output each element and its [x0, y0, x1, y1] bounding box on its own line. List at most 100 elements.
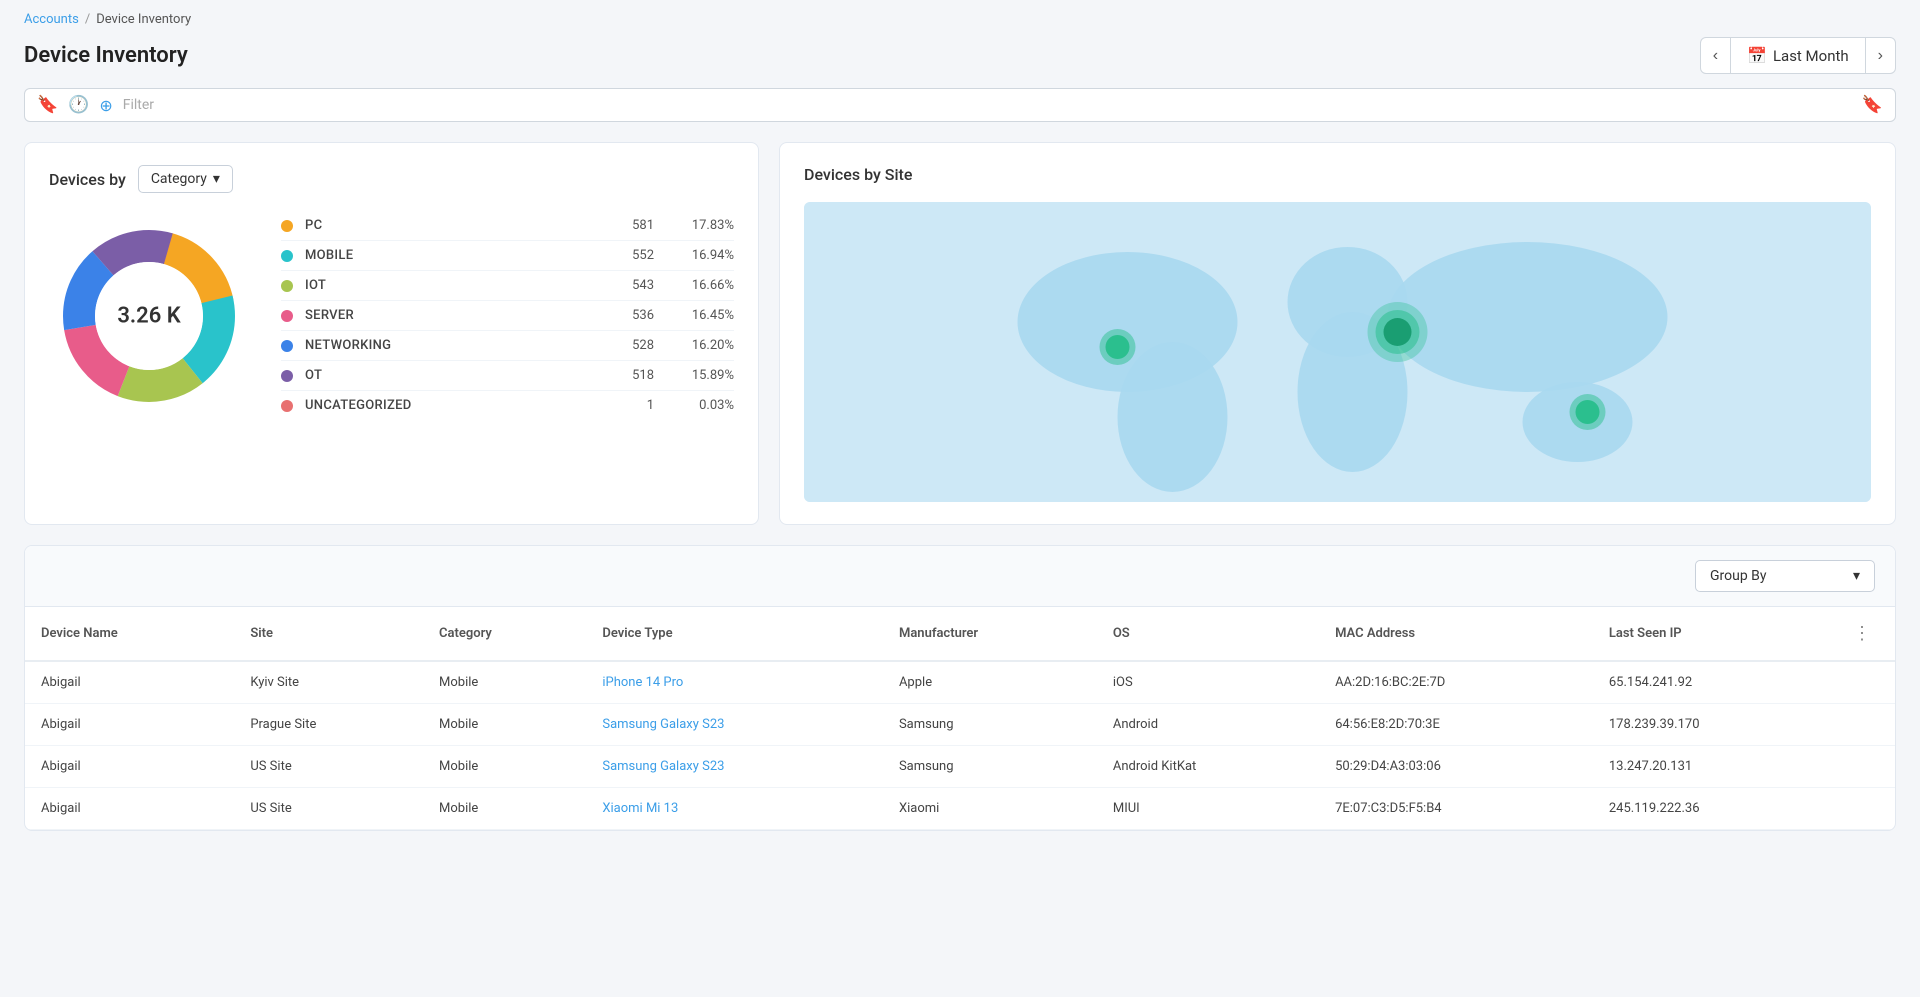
cell-os: Android	[1097, 704, 1319, 746]
col-category: Category	[423, 607, 586, 661]
category-dropdown[interactable]: Category ▾	[138, 165, 233, 193]
legend-row: UNCATEGORIZED 1 0.03%	[281, 391, 734, 420]
group-by-dropdown[interactable]: Group By ▾	[1695, 560, 1875, 592]
columns-more-button[interactable]: ⋮	[1845, 619, 1879, 648]
donut-legend-row: 3.26 K PC 581 17.83% MOBILE 552 16.94% I…	[49, 211, 734, 420]
date-nav-text: Last Month	[1773, 47, 1849, 65]
legend-dot	[281, 250, 293, 262]
legend-pct: 16.66%	[674, 278, 734, 293]
devices-by-label: Devices by	[49, 170, 126, 189]
legend-name: IOT	[305, 278, 594, 293]
legend-name: PC	[305, 218, 594, 233]
legend-pct: 16.45%	[674, 308, 734, 323]
donut-center-label: 3.26 K	[117, 303, 180, 328]
cell-manufacturer: Samsung	[883, 704, 1097, 746]
cell-site: US Site	[234, 746, 423, 788]
col-actions: ⋮	[1829, 607, 1895, 661]
table-row[interactable]: Abigail Kyiv Site Mobile iPhone 14 Pro A…	[25, 661, 1895, 704]
cell-category: Mobile	[423, 788, 586, 830]
cell-category: Mobile	[423, 704, 586, 746]
legend-dot	[281, 370, 293, 382]
date-label[interactable]: 📅 Last Month	[1730, 38, 1866, 73]
breadcrumb-separator: /	[85, 12, 90, 27]
map-svg	[804, 202, 1871, 502]
cell-device-type[interactable]: Samsung Galaxy S23	[586, 704, 883, 746]
calendar-icon: 📅	[1747, 46, 1767, 65]
cell-ip: 178.239.39.170	[1593, 704, 1829, 746]
legend-count: 1	[594, 398, 654, 413]
breadcrumb-accounts-link[interactable]: Accounts	[24, 12, 79, 27]
date-next-button[interactable]: ›	[1866, 39, 1895, 73]
col-os: OS	[1097, 607, 1319, 661]
table-header: Device Name Site Category Device Type Ma…	[25, 607, 1895, 661]
cell-manufacturer: Xiaomi	[883, 788, 1097, 830]
cell-ip: 13.247.20.131	[1593, 746, 1829, 788]
legend-row: IOT 543 16.66%	[281, 271, 734, 301]
filter-placeholder[interactable]: Filter	[123, 97, 1852, 113]
col-ip: Last Seen IP	[1593, 607, 1829, 661]
filter-bar: 🔖 🕐 ⊕ Filter 🔖	[24, 88, 1896, 122]
date-prev-button[interactable]: ‹	[1701, 39, 1730, 73]
charts-row: Devices by Category ▾	[24, 142, 1896, 525]
cell-category: Mobile	[423, 661, 586, 704]
legend-dot	[281, 280, 293, 292]
legend-pct: 17.83%	[674, 218, 734, 233]
devices-by-site-title: Devices by Site	[804, 165, 1871, 184]
legend-count: 518	[594, 368, 654, 383]
cell-device-name: Abigail	[25, 788, 234, 830]
legend-table: PC 581 17.83% MOBILE 552 16.94% IOT 543 …	[281, 211, 734, 420]
filter-save-button[interactable]: 🔖	[1862, 95, 1883, 115]
device-table: Device Name Site Category Device Type Ma…	[25, 607, 1895, 830]
cell-manufacturer: Samsung	[883, 746, 1097, 788]
col-site: Site	[234, 607, 423, 661]
table-row[interactable]: Abigail Prague Site Mobile Samsung Galax…	[25, 704, 1895, 746]
legend-count: 536	[594, 308, 654, 323]
col-device-name: Device Name	[25, 607, 234, 661]
cell-ip: 245.119.222.36	[1593, 788, 1829, 830]
world-map	[804, 202, 1871, 502]
table-row[interactable]: Abigail US Site Mobile Xiaomi Mi 13 Xiao…	[25, 788, 1895, 830]
legend-row: SERVER 536 16.45%	[281, 301, 734, 331]
cell-actions	[1829, 746, 1895, 788]
cell-mac: 50:29:D4:A3:03:06	[1319, 746, 1593, 788]
legend-row: MOBILE 552 16.94%	[281, 241, 734, 271]
cell-ip: 65.154.241.92	[1593, 661, 1829, 704]
cell-mac: AA:2D:16:BC:2E:7D	[1319, 661, 1593, 704]
cell-device-name: Abigail	[25, 704, 234, 746]
legend-dot	[281, 220, 293, 232]
cell-category: Mobile	[423, 746, 586, 788]
legend-count: 543	[594, 278, 654, 293]
legend-pct: 16.20%	[674, 338, 734, 353]
filter-icon: ⊕	[99, 96, 112, 115]
col-mac: MAC Address	[1319, 607, 1593, 661]
col-manufacturer: Manufacturer	[883, 607, 1097, 661]
legend-pct: 15.89%	[674, 368, 734, 383]
cell-device-type[interactable]: Xiaomi Mi 13	[586, 788, 883, 830]
cell-os: MIUI	[1097, 788, 1319, 830]
legend-dot	[281, 400, 293, 412]
page-title: Device Inventory	[24, 43, 188, 68]
cell-device-type[interactable]: Samsung Galaxy S23	[586, 746, 883, 788]
cell-mac: 7E:07:C3:D5:F5:B4	[1319, 788, 1593, 830]
legend-row: PC 581 17.83%	[281, 211, 734, 241]
legend-pct: 16.94%	[674, 248, 734, 263]
cell-device-type[interactable]: iPhone 14 Pro	[586, 661, 883, 704]
cell-site: Prague Site	[234, 704, 423, 746]
group-by-label: Group By	[1710, 568, 1767, 584]
bookmark-button[interactable]: 🔖	[37, 95, 58, 115]
donut-chart: 3.26 K	[49, 216, 249, 416]
breadcrumb-current: Device Inventory	[96, 12, 191, 27]
legend-count: 581	[594, 218, 654, 233]
table-header-row: Device Name Site Category Device Type Ma…	[25, 607, 1895, 661]
history-button[interactable]: 🕐	[68, 95, 89, 115]
cell-os: Android KitKat	[1097, 746, 1319, 788]
legend-pct: 0.03%	[674, 398, 734, 413]
cell-actions	[1829, 788, 1895, 830]
table-row[interactable]: Abigail US Site Mobile Samsung Galaxy S2…	[25, 746, 1895, 788]
category-dropdown-label: Category	[151, 171, 207, 187]
legend-row: NETWORKING 528 16.20%	[281, 331, 734, 361]
page: Accounts / Device Inventory Device Inven…	[0, 0, 1920, 997]
cell-os: iOS	[1097, 661, 1319, 704]
cell-site: US Site	[234, 788, 423, 830]
table-body: Abigail Kyiv Site Mobile iPhone 14 Pro A…	[25, 661, 1895, 830]
